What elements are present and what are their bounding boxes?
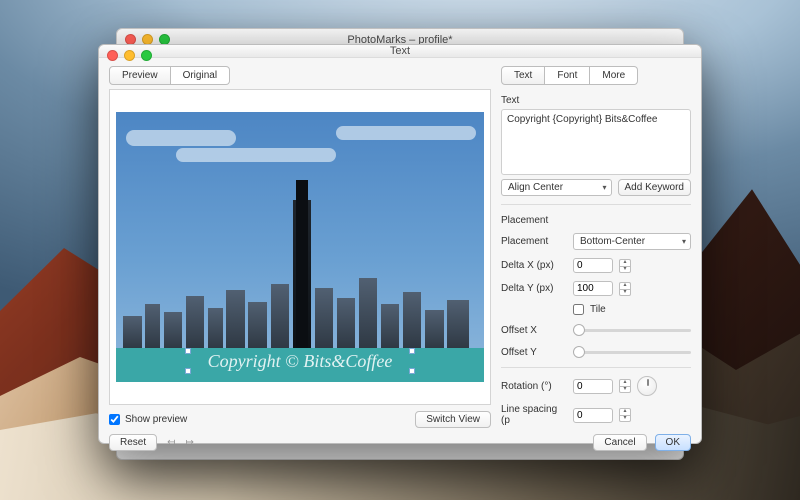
rotation-dial[interactable] xyxy=(637,376,657,396)
zoom-icon[interactable] xyxy=(141,50,152,61)
text-input[interactable] xyxy=(501,109,691,175)
text-section-label: Text xyxy=(501,95,691,106)
tab-text[interactable]: Text xyxy=(501,66,545,85)
tab-original[interactable]: Original xyxy=(171,66,230,85)
offsety-slider[interactable] xyxy=(573,345,691,359)
deltay-input[interactable] xyxy=(573,281,613,296)
offsety-label: Offset Y xyxy=(501,347,567,358)
watermark-text[interactable]: Copyright © Bits&Coffee xyxy=(208,351,393,372)
preview-tabs: Preview Original xyxy=(109,66,491,85)
ok-button[interactable]: OK xyxy=(655,434,691,451)
tab-preview[interactable]: Preview xyxy=(109,66,171,85)
align-combo[interactable]: Align Center ▾ xyxy=(501,179,612,196)
selection-handle[interactable] xyxy=(409,348,415,354)
text-dialog: Text Preview Original xyxy=(98,44,702,444)
chevron-down-icon: ▾ xyxy=(682,237,686,246)
close-icon[interactable] xyxy=(107,50,118,61)
show-preview-checkbox[interactable] xyxy=(109,414,120,425)
desktop-wallpaper: PhotoMarks – profile* Text Preview Origi… xyxy=(0,0,800,500)
placement-combo[interactable]: Bottom-Center ▾ xyxy=(573,233,691,250)
offsetx-label: Offset X xyxy=(501,325,567,336)
preview-canvas[interactable]: Copyright © Bits&Coffee xyxy=(109,89,491,405)
rotation-label: Rotation (°) xyxy=(501,381,567,392)
chevron-down-icon: ▾ xyxy=(603,183,607,192)
minimize-icon[interactable] xyxy=(124,50,135,61)
tab-more[interactable]: More xyxy=(590,66,638,85)
selection-handle[interactable] xyxy=(409,368,415,374)
tile-label: Tile xyxy=(590,304,606,315)
deltax-stepper[interactable]: ▴▾ xyxy=(619,259,631,273)
dialog-title: Text xyxy=(390,45,410,57)
tile-checkbox[interactable] xyxy=(573,304,584,315)
deltax-input[interactable] xyxy=(573,258,613,273)
placement-combo-value: Bottom-Center xyxy=(580,236,645,247)
tab-font[interactable]: Font xyxy=(545,66,590,85)
line-spacing-input[interactable] xyxy=(573,408,613,423)
redo-arrow-icon[interactable]: ↦ xyxy=(186,437,194,448)
deltay-stepper[interactable]: ▴▾ xyxy=(619,282,631,296)
cancel-button[interactable]: Cancel xyxy=(593,434,646,451)
undo-arrow-icon[interactable]: ↤ xyxy=(167,437,175,448)
settings-panel: Text Font More Text Align Center ▾ Add K… xyxy=(501,66,691,451)
align-combo-value: Align Center xyxy=(508,182,563,193)
offsetx-slider[interactable] xyxy=(573,323,691,337)
preview-panel: Preview Original xyxy=(109,66,491,451)
dialog-titlebar[interactable]: Text xyxy=(99,45,701,58)
reset-button[interactable]: Reset xyxy=(109,434,157,451)
placement-label: Placement xyxy=(501,236,567,247)
add-keyword-button[interactable]: Add Keyword xyxy=(618,179,691,196)
settings-tabs: Text Font More xyxy=(501,66,691,85)
rotation-stepper[interactable]: ▴▾ xyxy=(619,379,631,393)
rotation-input[interactable] xyxy=(573,379,613,394)
preview-image: Copyright © Bits&Coffee xyxy=(116,112,484,382)
selection-handle[interactable] xyxy=(185,368,191,374)
switch-view-button[interactable]: Switch View xyxy=(415,411,491,428)
line-spacing-label: Line spacing (p xyxy=(501,404,567,426)
deltax-label: Delta X (px) xyxy=(501,260,567,271)
selection-handle[interactable] xyxy=(185,348,191,354)
deltay-label: Delta Y (px) xyxy=(501,283,567,294)
placement-section-label: Placement xyxy=(501,215,691,226)
traffic-lights xyxy=(107,50,152,61)
show-preview-label: Show preview xyxy=(125,414,187,425)
line-spacing-stepper[interactable]: ▴▾ xyxy=(619,408,631,422)
